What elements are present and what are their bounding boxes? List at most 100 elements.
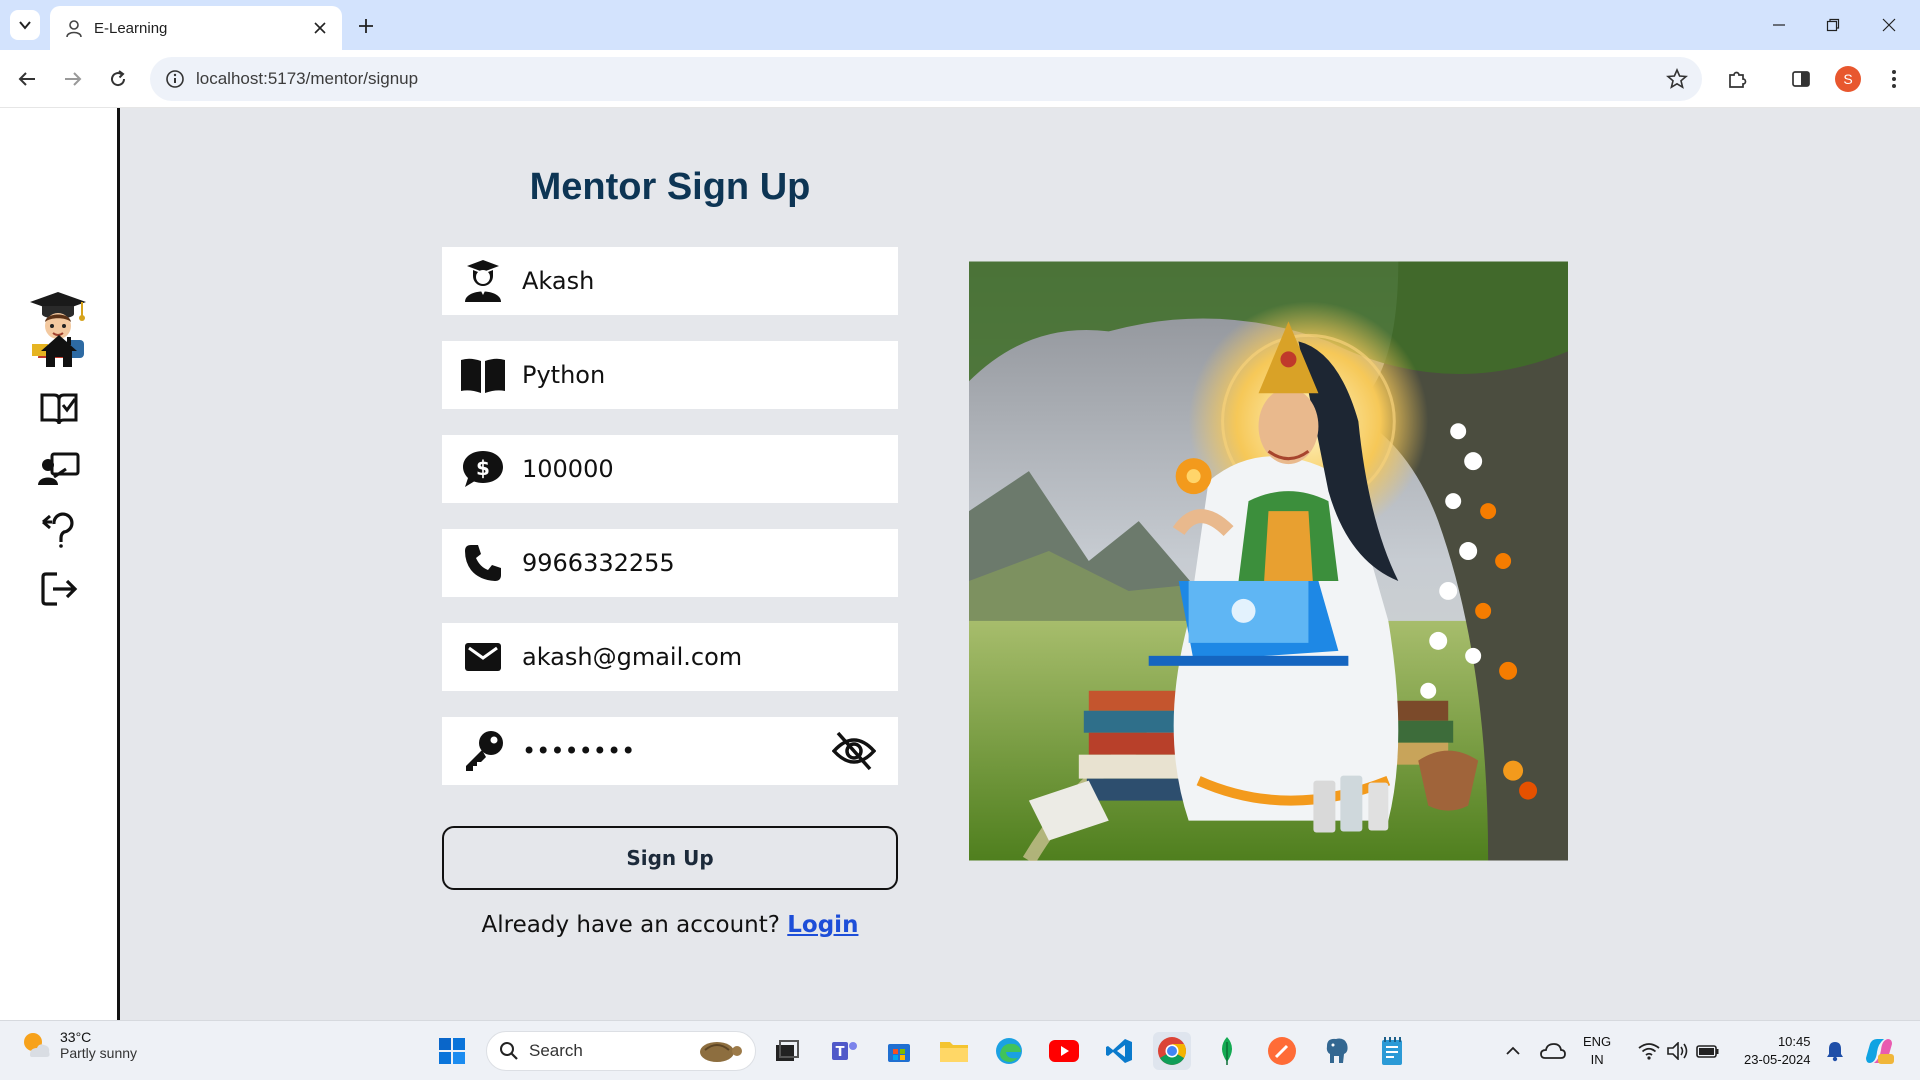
app-content: Mentor Sign Up $ bbox=[0, 108, 1920, 1020]
taskbar-search-label: Search bbox=[529, 1041, 583, 1060]
taskbar-task-view[interactable] bbox=[768, 1032, 806, 1070]
turtle-search-highlight-icon bbox=[700, 1042, 742, 1062]
weather-condition: Partly sunny bbox=[60, 1045, 138, 1061]
language-indicator[interactable]: ENG IN bbox=[1583, 1033, 1611, 1069]
puzzle-icon bbox=[1729, 71, 1747, 88]
back-button[interactable] bbox=[12, 64, 42, 94]
taskbar-vscode[interactable] bbox=[1100, 1032, 1138, 1070]
profile-avatar: S bbox=[1835, 66, 1861, 92]
forward-button[interactable] bbox=[58, 64, 88, 94]
email-input[interactable] bbox=[522, 623, 898, 691]
notepad-icon bbox=[1382, 1037, 1402, 1065]
chevron-up-icon bbox=[1506, 1046, 1520, 1055]
taskbar-postman[interactable] bbox=[1263, 1032, 1301, 1070]
close-icon bbox=[1882, 18, 1896, 32]
battery-charging-icon bbox=[1696, 1045, 1719, 1058]
language-code: ENG bbox=[1583, 1034, 1612, 1049]
saraswati-laptop-illustration bbox=[969, 261, 1568, 861]
extensions-button[interactable] bbox=[1722, 64, 1752, 94]
svg-text:T: T bbox=[836, 1045, 845, 1060]
taskbar-notepad[interactable] bbox=[1373, 1032, 1411, 1070]
login-prompt-row: Already have an account? Login bbox=[442, 912, 898, 938]
search-icon bbox=[500, 1042, 518, 1060]
minimize-button[interactable] bbox=[1756, 8, 1802, 42]
fee-input[interactable] bbox=[522, 435, 898, 503]
bookmark-star-icon[interactable] bbox=[1666, 68, 1688, 90]
sidebar-item-mentors[interactable] bbox=[38, 448, 80, 490]
tray-overflow-button[interactable] bbox=[1494, 1032, 1532, 1070]
vscode-icon bbox=[1106, 1039, 1132, 1063]
sidebar-item-logout[interactable] bbox=[38, 568, 80, 610]
teams-icon: T bbox=[832, 1042, 857, 1060]
question-return-icon bbox=[42, 512, 74, 548]
restore-icon bbox=[1826, 18, 1840, 32]
envelope-icon bbox=[454, 623, 512, 691]
cloud-sync-icon bbox=[1540, 1043, 1566, 1059]
windows-logo-icon bbox=[439, 1038, 465, 1064]
name-input[interactable] bbox=[522, 247, 898, 315]
copilot-button[interactable] bbox=[1860, 1032, 1898, 1070]
tab-search-button[interactable] bbox=[10, 10, 40, 40]
tray-battery[interactable] bbox=[1689, 1032, 1727, 1070]
login-prompt-text: Already have an account? bbox=[481, 912, 780, 938]
page-title: Mentor Sign Up bbox=[529, 166, 811, 208]
start-button[interactable] bbox=[433, 1032, 471, 1070]
postman-icon bbox=[1268, 1037, 1296, 1065]
chrome-icon bbox=[1158, 1037, 1186, 1065]
store-icon bbox=[888, 1044, 910, 1062]
taskbar-edge[interactable] bbox=[990, 1032, 1028, 1070]
sidebar-item-home[interactable] bbox=[38, 330, 80, 372]
taskbar-teams[interactable]: T bbox=[825, 1032, 863, 1070]
close-tab-icon[interactable] bbox=[310, 18, 330, 38]
copilot-icon bbox=[1866, 1039, 1894, 1064]
postgresql-elephant-icon bbox=[1326, 1038, 1348, 1063]
taskbar-postgresql[interactable] bbox=[1318, 1032, 1356, 1070]
plus-icon bbox=[359, 19, 373, 33]
clock-date: 23-05-2024 bbox=[1744, 1052, 1811, 1067]
browser-tab[interactable]: E-Learning bbox=[50, 6, 342, 50]
youtube-icon bbox=[1049, 1040, 1079, 1062]
password-field bbox=[442, 717, 898, 785]
sign-up-button[interactable]: Sign Up bbox=[442, 826, 898, 890]
sidebar bbox=[0, 108, 120, 1020]
book-check-icon bbox=[40, 393, 78, 425]
reload-button[interactable] bbox=[103, 64, 133, 94]
clock[interactable]: 10:45 23-05-2024 bbox=[1744, 1033, 1811, 1069]
sidebar-item-help[interactable] bbox=[38, 508, 80, 550]
browser-menu-button[interactable] bbox=[1879, 64, 1909, 94]
restore-button[interactable] bbox=[1810, 8, 1856, 42]
chevron-down-icon bbox=[19, 21, 31, 30]
tray-onedrive[interactable] bbox=[1534, 1032, 1572, 1070]
profile-button[interactable]: S bbox=[1833, 64, 1863, 94]
taskbar-mongodb[interactable] bbox=[1208, 1032, 1246, 1070]
fee-field: $ bbox=[442, 435, 898, 503]
weather-temperature: 33°C bbox=[60, 1029, 92, 1045]
phone-input[interactable] bbox=[522, 529, 898, 597]
course-input[interactable] bbox=[522, 341, 898, 409]
taskbar-youtube[interactable] bbox=[1045, 1032, 1083, 1070]
speaker-icon bbox=[1667, 1042, 1688, 1060]
tab-title: E-Learning bbox=[94, 19, 168, 37]
sidebar-item-courses[interactable] bbox=[38, 388, 80, 430]
address-bar[interactable]: localhost:5173/mentor/signup bbox=[150, 57, 1702, 101]
close-window-button[interactable] bbox=[1866, 8, 1912, 42]
mongodb-leaf-icon bbox=[1222, 1037, 1232, 1065]
key-icon bbox=[454, 717, 512, 785]
taskbar-search[interactable]: Search bbox=[486, 1031, 756, 1071]
toggle-password-visibility[interactable] bbox=[832, 730, 876, 772]
taskbar-chrome[interactable] bbox=[1153, 1032, 1191, 1070]
login-link[interactable]: Login bbox=[787, 912, 858, 938]
bell-icon bbox=[1827, 1042, 1843, 1062]
notifications-button[interactable] bbox=[1816, 1032, 1854, 1070]
clock-time: 10:45 bbox=[1777, 1034, 1811, 1049]
site-info-icon[interactable] bbox=[164, 68, 186, 90]
email-field bbox=[442, 623, 898, 691]
new-tab-button[interactable] bbox=[352, 12, 380, 40]
weather-widget[interactable]: 33°C Partly sunny bbox=[20, 1029, 137, 1061]
taskbar-file-explorer[interactable] bbox=[935, 1032, 973, 1070]
side-panel-button[interactable] bbox=[1786, 64, 1816, 94]
student-favicon-icon bbox=[66, 20, 82, 38]
reload-icon bbox=[111, 70, 126, 87]
phone-icon bbox=[454, 529, 512, 597]
taskbar-store[interactable] bbox=[880, 1032, 918, 1070]
